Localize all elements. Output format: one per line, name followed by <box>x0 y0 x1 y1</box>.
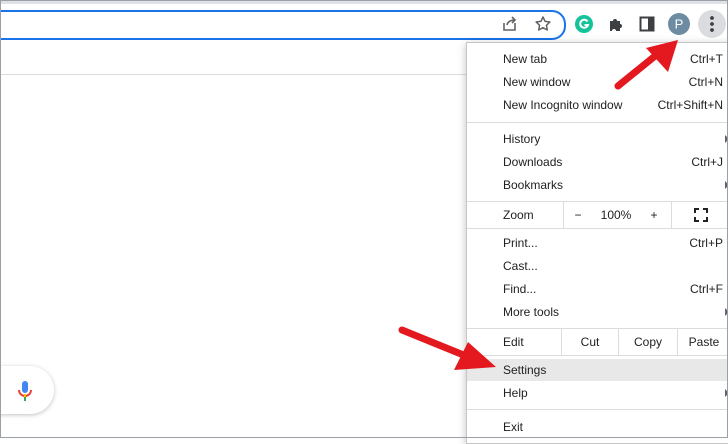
menu-separator <box>467 122 728 123</box>
cut-button[interactable]: Cut <box>561 329 618 355</box>
annotation-arrow-to-settings <box>398 326 496 370</box>
fullscreen-button[interactable] <box>671 202 728 228</box>
menu-item-print[interactable]: Print... Ctrl+P <box>467 232 728 254</box>
menu-item-bookmarks[interactable]: Bookmarks <box>467 174 728 196</box>
menu-item-help[interactable]: Help <box>467 382 728 404</box>
microphone-icon[interactable] <box>15 380 35 402</box>
menu-item-find[interactable]: Find... Ctrl+F <box>467 278 728 300</box>
menu-separator <box>467 409 728 410</box>
copy-button[interactable]: Copy <box>618 329 677 355</box>
menu-item-history[interactable]: History <box>467 128 728 150</box>
puzzle-extensions-icon[interactable] <box>604 12 628 36</box>
svg-text:P: P <box>675 17 684 32</box>
side-panel-icon[interactable] <box>635 12 659 36</box>
menu-item-settings[interactable]: Settings <box>467 359 728 381</box>
paste-button[interactable]: Paste <box>677 329 728 355</box>
zoom-level: 100% <box>600 208 632 222</box>
avatar[interactable]: P <box>667 12 691 36</box>
annotation-arrow-to-menu-button <box>614 40 678 90</box>
menu-item-downloads[interactable]: Downloads Ctrl+J <box>467 151 728 173</box>
zoom-in-button[interactable]: + <box>643 202 665 228</box>
menu-item-new-window[interactable]: New window Ctrl+N <box>467 71 728 93</box>
star-icon[interactable] <box>533 14 553 34</box>
share-icon[interactable] <box>500 14 520 34</box>
menu-item-new-incognito[interactable]: New Incognito window Ctrl+Shift+N <box>467 94 728 116</box>
address-bar[interactable] <box>0 10 566 40</box>
tab-strip-edge <box>0 0 728 4</box>
chrome-main-menu: New tab Ctrl+T New window Ctrl+N New Inc… <box>466 42 728 444</box>
menu-item-new-tab[interactable]: New tab Ctrl+T <box>467 48 728 70</box>
menu-item-cast[interactable]: Cast... <box>467 255 728 277</box>
menu-item-exit[interactable]: Exit <box>467 416 728 438</box>
zoom-row: Zoom − 100% + <box>467 201 728 229</box>
three-dots-vertical-icon[interactable] <box>698 10 726 38</box>
edit-label: Edit <box>503 335 524 349</box>
zoom-label: Zoom <box>503 208 534 222</box>
zoom-out-button[interactable]: − <box>563 202 592 228</box>
edit-row: Edit Cut Copy Paste <box>467 328 728 356</box>
grammarly-extension-icon[interactable] <box>572 12 596 36</box>
menu-item-more-tools[interactable]: More tools <box>467 301 728 323</box>
fullscreen-icon <box>694 208 708 222</box>
